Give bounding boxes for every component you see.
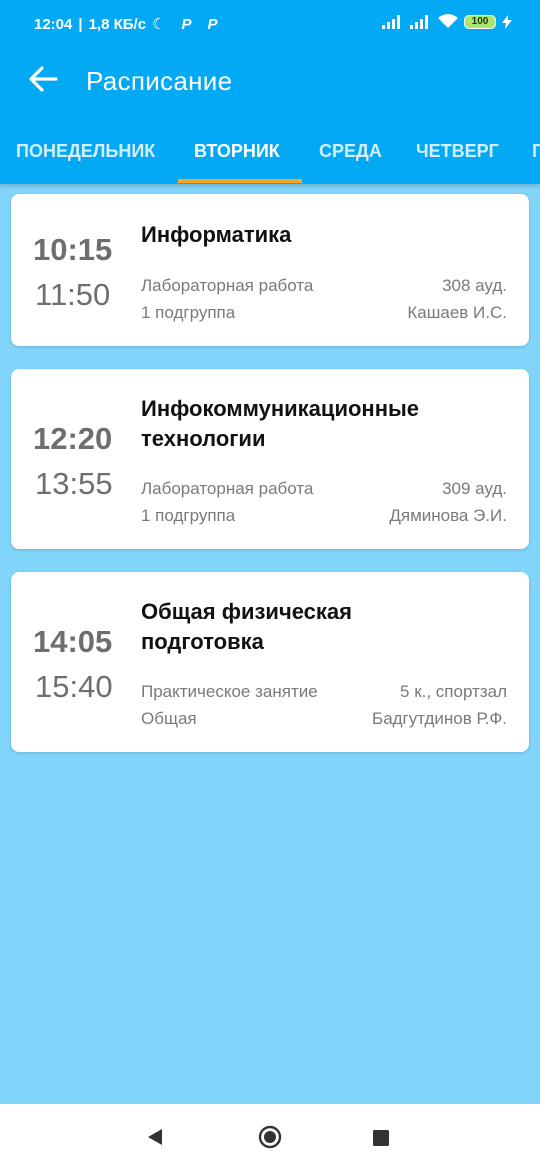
status-time: 12:04 bbox=[34, 15, 73, 33]
signal-icon bbox=[382, 14, 400, 29]
battery-icon: 100 bbox=[464, 14, 496, 29]
lesson-card[interactable]: 12:20 13:55 Инфокоммуникационные техноло… bbox=[11, 369, 529, 549]
app-bar: Расписание bbox=[0, 40, 540, 124]
lesson-group: 1 подгруппа bbox=[141, 303, 236, 322]
lesson-card[interactable]: 14:05 15:40 Общая физическая подготовка … bbox=[11, 572, 529, 752]
lesson-teacher: Бадгутдинов Р.Ф. bbox=[372, 709, 507, 728]
lesson-subject: Общая физическая подготовка bbox=[141, 599, 352, 654]
page-title: Расписание bbox=[86, 66, 233, 96]
lesson-subject: Инфокоммуникационные технологии bbox=[141, 396, 420, 451]
moon-icon: ☾ bbox=[152, 16, 166, 33]
tab-monday[interactable]: ПОНЕДЕЛЬНИК bbox=[16, 141, 155, 162]
lesson-room: 309 ауд. bbox=[442, 479, 507, 498]
lesson-group: 1 подгруппа bbox=[141, 506, 236, 525]
lesson-room: 5 к., спортзал bbox=[400, 682, 507, 701]
system-nav-bar bbox=[0, 1104, 540, 1170]
wifi-icon bbox=[438, 14, 458, 28]
lesson-group: Общая bbox=[141, 709, 197, 728]
notification-p-icon: P bbox=[181, 15, 192, 33]
charging-icon bbox=[502, 14, 512, 29]
lesson-subject: Информатика bbox=[141, 222, 292, 247]
lesson-end-time: 11:50 bbox=[35, 277, 111, 312]
network-speed: 1,8 КБ/с bbox=[88, 15, 147, 33]
lesson-type: Лабораторная работа bbox=[141, 276, 314, 295]
back-arrow-icon[interactable] bbox=[26, 62, 60, 96]
lesson-start-time: 10:15 bbox=[33, 232, 113, 267]
tab-tuesday[interactable]: ВТОРНИК bbox=[194, 141, 280, 162]
tab-friday[interactable]: П bbox=[532, 141, 540, 162]
tab-wednesday[interactable]: СРЕДА bbox=[319, 141, 382, 162]
nav-back-icon[interactable] bbox=[146, 1128, 164, 1146]
nav-recents-icon[interactable] bbox=[373, 1130, 389, 1146]
lesson-start-time: 14:05 bbox=[33, 624, 113, 659]
notification-p-icon-2: P bbox=[207, 15, 218, 33]
lesson-teacher: Дяминова Э.И. bbox=[389, 506, 507, 525]
lesson-start-time: 12:20 bbox=[33, 421, 113, 456]
day-tabs: ПОНЕДЕЛЬНИК ВТОРНИК СРЕДА ЧЕТВЕРГ П bbox=[0, 124, 540, 184]
lesson-end-time: 13:55 bbox=[35, 466, 113, 501]
lesson-type: Практическое занятие bbox=[141, 682, 318, 701]
status-right: 100 bbox=[382, 14, 512, 29]
signal-icon-2 bbox=[410, 14, 428, 29]
lesson-teacher: Кашаев И.С. bbox=[407, 303, 507, 322]
lesson-room: 308 ауд. bbox=[442, 276, 507, 295]
tab-thursday[interactable]: ЧЕТВЕРГ bbox=[416, 141, 499, 162]
tab-indicator bbox=[178, 179, 302, 183]
status-left: 12:04 | 1,8 КБ/с ☾ P P bbox=[34, 15, 218, 34]
lesson-card[interactable]: 10:15 11:50 Информатика Лабораторная раб… bbox=[11, 194, 529, 346]
lesson-end-time: 15:40 bbox=[35, 669, 113, 704]
lesson-type: Лабораторная работа bbox=[141, 479, 314, 498]
battery-level: 100 bbox=[471, 16, 489, 27]
nav-home-icon[interactable] bbox=[258, 1125, 282, 1149]
status-bar: 12:04 | 1,8 КБ/с ☾ P P 100 bbox=[0, 0, 540, 40]
